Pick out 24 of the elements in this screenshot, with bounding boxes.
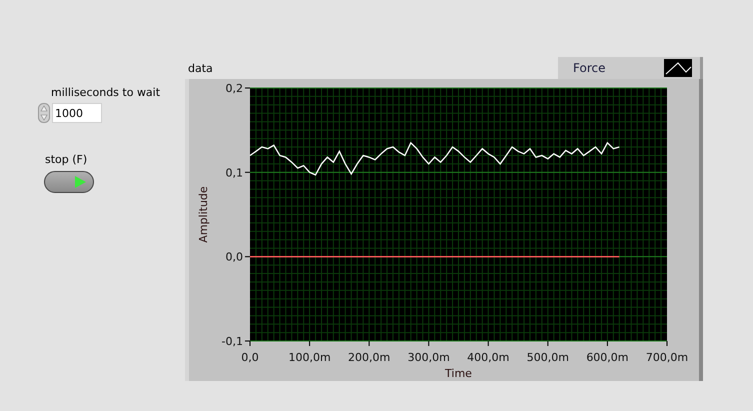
x-tick-label: 0,0	[241, 351, 259, 364]
x-tick-label: 100,0m	[288, 351, 331, 364]
x-tick-label: 400,0m	[467, 351, 510, 364]
plot-legend[interactable]: Force	[558, 57, 703, 79]
x-tick-label: 200,0m	[348, 351, 390, 364]
legend-label: Force	[573, 61, 606, 75]
numeric-field[interactable]: 1000	[52, 103, 102, 123]
stop-button[interactable]	[44, 171, 94, 193]
control-label: stop (F)	[45, 153, 88, 167]
x-tick-label: 600,0m	[586, 351, 629, 364]
y-axis-title: Amplitude	[197, 186, 210, 243]
y-tick-label: 0,1	[226, 166, 243, 180]
plot-style-icon	[664, 59, 692, 77]
x-tick-label: 300,0m	[408, 351, 450, 364]
spinner-arrows[interactable]	[38, 103, 50, 123]
x-tick-label: 500,0m	[526, 351, 569, 364]
triangle-icon	[73, 175, 87, 189]
graph-label: data	[188, 62, 213, 77]
y-tick-label: 0,0	[226, 250, 243, 264]
x-axis-title: Time	[445, 367, 472, 380]
y-tick-label: -0,1	[222, 335, 243, 348]
x-tick-label: 700,0m	[646, 351, 688, 364]
control-label: milliseconds to wait	[51, 86, 162, 100]
y-tick-label: 0,2	[226, 82, 243, 95]
